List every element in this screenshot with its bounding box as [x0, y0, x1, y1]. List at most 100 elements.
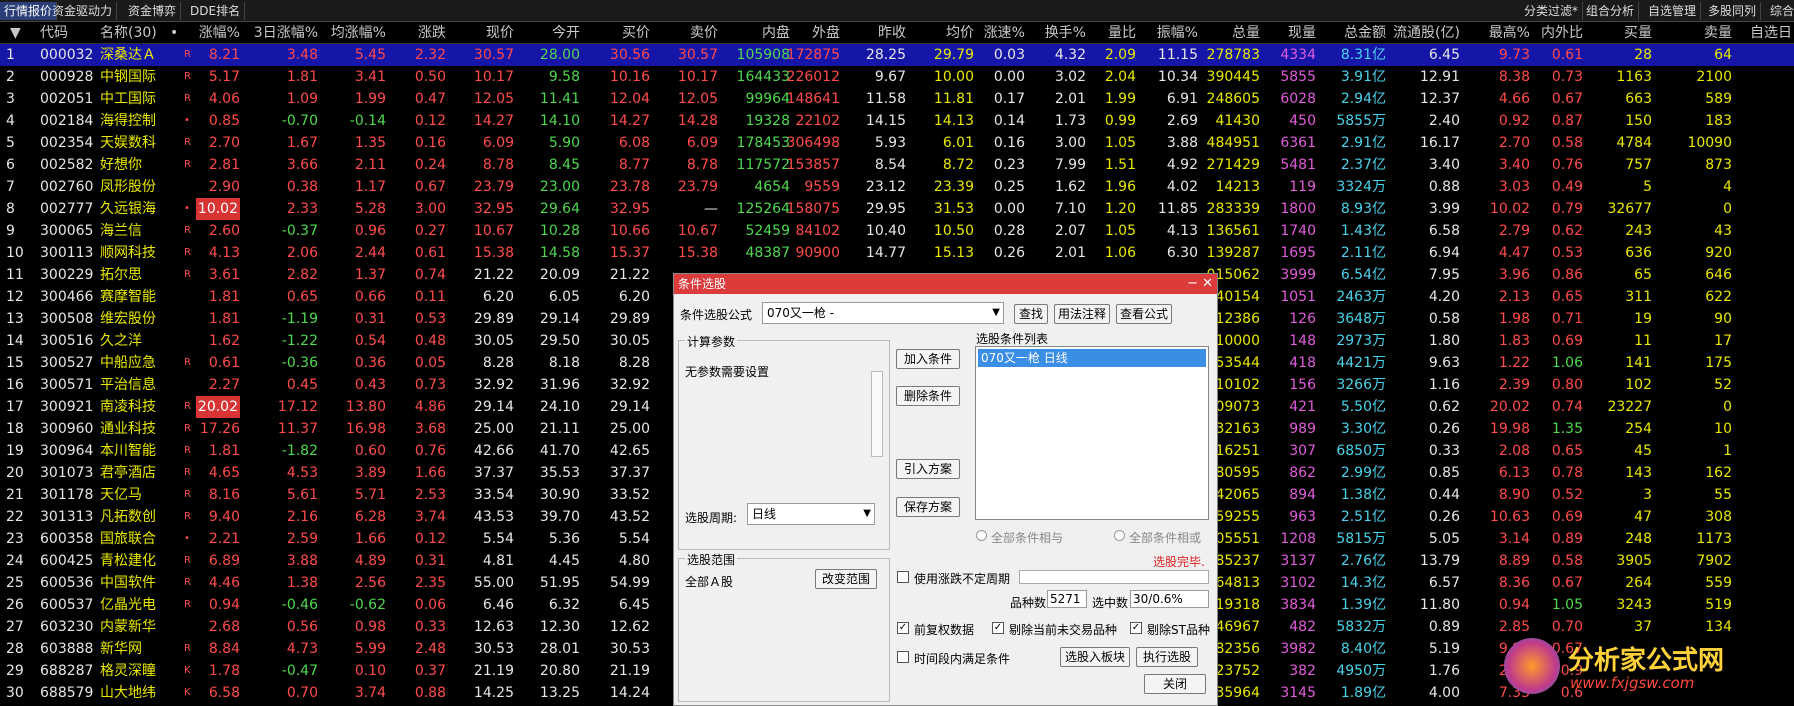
- table-row[interactable]: 8 002777 久远银海 • 10.02 2.33 5.28 3.00 32.95 29.64 3…: [0, 198, 1794, 220]
- selected-value: 30/0.6%: [1130, 590, 1209, 608]
- col-header-18[interactable]: 振幅%: [1157, 22, 1198, 44]
- col-header-0[interactable]: 代码: [40, 22, 68, 44]
- top-tab-1[interactable]: 资金驱动力: [48, 2, 118, 20]
- col-header-16[interactable]: 换手%: [1045, 22, 1086, 44]
- uncertain-period-checkbox[interactable]: [897, 571, 909, 583]
- cell-2: 0.96: [354, 223, 386, 239]
- col-header-27[interactable]: 自选日: [1750, 22, 1792, 44]
- delete-condition-button[interactable]: 删除条件: [896, 386, 960, 406]
- col-header-7[interactable]: 现价: [486, 22, 514, 44]
- table-row[interactable]: 7 002760 凤形股份 2.90 0.38 1.17 0.67 23.79 23.00 23.…: [0, 176, 1794, 198]
- col-header-3[interactable]: 涨幅%: [199, 22, 240, 44]
- cell-3: 0.88: [414, 685, 446, 701]
- cell-3: 0.37: [414, 663, 446, 679]
- col-header-17[interactable]: 量比: [1108, 22, 1136, 44]
- and-radio[interactable]: [976, 530, 987, 541]
- top-tab-2[interactable]: 资金博弈: [124, 2, 182, 20]
- find-button[interactable]: 查找: [1014, 304, 1048, 324]
- col-header-15[interactable]: 涨速%: [984, 22, 1025, 44]
- top-menu-2[interactable]: 自选管理: [1644, 2, 1702, 20]
- table-row[interactable]: 3 002051 中工国际 R 4.06 1.09 1.99 0.47 12.05 11.41 12…: [0, 88, 1794, 110]
- col-header-21[interactable]: 总金额: [1344, 22, 1386, 44]
- cell-0: 2.60: [208, 223, 240, 239]
- col-header-8[interactable]: 今开: [552, 22, 580, 44]
- top-tab-bar: 行情报价资金驱动力资金博弈DDE排名分类过滤*组合分析自选管理多股同列综合排: [0, 0, 1794, 22]
- col-header-25[interactable]: 买量: [1624, 22, 1652, 44]
- condition-list-item[interactable]: 070又一枪 日线: [978, 349, 1206, 367]
- cell-20: 8.89: [1498, 553, 1530, 569]
- save-plan-button[interactable]: 保存方案: [896, 497, 960, 517]
- sort-arrow-icon[interactable]: ▼: [10, 22, 21, 44]
- stock-name: 中国软件: [100, 575, 156, 591]
- col-header-2[interactable]: •: [170, 22, 178, 44]
- close-button[interactable]: 关闭: [1144, 674, 1206, 694]
- execute-button[interactable]: 执行选股: [1136, 647, 1198, 667]
- close-icon[interactable]: − ✕: [1187, 274, 1213, 294]
- view-formula-button[interactable]: 查看公式: [1116, 304, 1172, 324]
- table-row[interactable]: 10 300113 顺网科技 R 4.13 2.06 2.44 0.61 15.38 14.58 1…: [0, 242, 1794, 264]
- cell-19: 0.58: [1428, 311, 1460, 327]
- period-select[interactable]: 日线 ▼: [747, 503, 875, 525]
- cell-16: 390445: [1206, 69, 1260, 85]
- col-header-13[interactable]: 昨收: [878, 22, 906, 44]
- col-header-10[interactable]: 卖价: [690, 22, 718, 44]
- usage-button[interactable]: 用法注释: [1054, 304, 1110, 324]
- row-number: 23: [6, 531, 24, 547]
- col-header-14[interactable]: 均价: [946, 22, 974, 44]
- top-menu-4[interactable]: 综合排: [1766, 2, 1794, 20]
- col-header-22[interactable]: 流通股(亿): [1393, 22, 1460, 44]
- col-header-20[interactable]: 现量: [1288, 22, 1316, 44]
- import-plan-button[interactable]: 引入方案: [896, 459, 960, 479]
- col-header-5[interactable]: 均涨幅%: [331, 22, 386, 44]
- col-header-6[interactable]: 涨跌: [418, 22, 446, 44]
- stock-code: 688579: [40, 685, 94, 701]
- formula-select[interactable]: 070又一枪 - ▼: [762, 302, 1004, 324]
- cell-21: 0.86: [1551, 267, 1583, 283]
- table-row[interactable]: 6 002582 好想你 R 2.81 3.66 2.11 0.24 8.78 8.45 8.77 8…: [0, 154, 1794, 176]
- top-menu-1[interactable]: 组合分析: [1582, 2, 1640, 20]
- cell-0: 0.85: [208, 113, 240, 129]
- adjust-checkbox[interactable]: ✓: [897, 622, 909, 634]
- or-radio[interactable]: [1114, 530, 1125, 541]
- table-row[interactable]: 9 300065 海兰信 R 2.60 -0.37 0.96 0.27 10.67 10.28 10…: [0, 220, 1794, 242]
- change-range-button[interactable]: 改变范围: [815, 569, 877, 589]
- condition-list[interactable]: 070又一枪 日线: [975, 346, 1209, 520]
- cell-0: 6.58: [208, 685, 240, 701]
- cell-18: 3324万: [1336, 179, 1386, 195]
- notrade-checkbox[interactable]: ✓: [992, 622, 1004, 634]
- col-header-1[interactable]: 名称(30): [100, 22, 157, 44]
- top-tab-3[interactable]: DDE排名: [186, 2, 246, 20]
- col-header-12[interactable]: 外盘: [812, 22, 840, 44]
- cell-6: 54.99: [609, 575, 650, 591]
- params-scrollbar[interactable]: [871, 371, 883, 457]
- col-header-24[interactable]: 内外比: [1541, 22, 1583, 44]
- uncertain-period-input[interactable]: [1019, 570, 1209, 584]
- col-header-4[interactable]: 3日涨幅%: [254, 22, 318, 44]
- time-period-checkbox[interactable]: [897, 651, 909, 663]
- col-header-11[interactable]: 内盘: [762, 22, 790, 44]
- cell-0: 1.81: [208, 289, 240, 305]
- table-row[interactable]: 2 000928 中钢国际 R 5.17 1.81 3.41 0.50 10.17 9.58 10.…: [0, 66, 1794, 88]
- cell-23: 43: [1714, 223, 1732, 239]
- col-header-19[interactable]: 总量: [1232, 22, 1260, 44]
- top-menu-3[interactable]: 多股同列: [1704, 2, 1762, 20]
- cell-14: 1.05: [1104, 135, 1136, 151]
- table-row[interactable]: 1 000032 深桑达Ａ R 8.21 3.48 5.45 2.32 30.57 28.00 30…: [0, 44, 1794, 66]
- col-header-9[interactable]: 买价: [622, 22, 650, 44]
- add-condition-button[interactable]: 加入条件: [896, 349, 960, 369]
- stock-code: 301313: [40, 509, 94, 525]
- cell-0: 4.13: [208, 245, 240, 261]
- table-row[interactable]: 5 002354 天娱数科 R 2.70 1.67 1.35 0.16 6.09 5.90 6.08…: [0, 132, 1794, 154]
- col-header-26[interactable]: 卖量: [1704, 22, 1732, 44]
- to-block-button[interactable]: 选股入板块: [1060, 647, 1130, 667]
- table-row[interactable]: 4 002184 海得控制 • 0.85 -0.70 -0.14 0.12 14.27 14.10…: [0, 110, 1794, 132]
- top-menu-0[interactable]: 分类过滤*: [1520, 2, 1584, 20]
- range-value: 全部Ａ股: [685, 575, 734, 589]
- cell-2: 0.66: [354, 289, 386, 305]
- st-checkbox[interactable]: ✓: [1130, 622, 1142, 634]
- stock-code: 002582: [40, 157, 94, 173]
- col-header-23[interactable]: 最高%: [1489, 22, 1530, 44]
- cell-2: 0.10: [354, 663, 386, 679]
- cell-15: 10.34: [1157, 69, 1198, 85]
- stock-mark-icon: R: [184, 577, 191, 588]
